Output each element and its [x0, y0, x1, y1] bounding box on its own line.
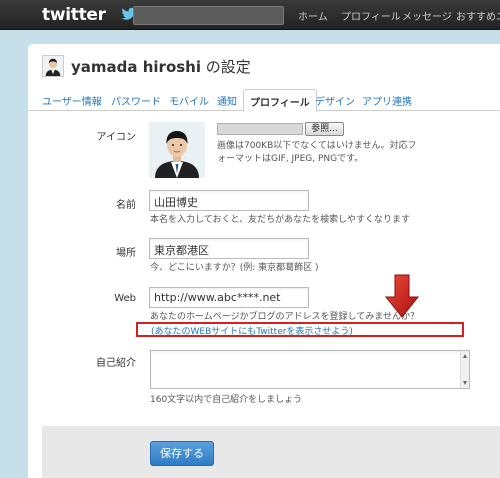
- search-input[interactable]: [133, 6, 284, 25]
- bio-scrollbar[interactable]: [460, 351, 469, 388]
- location-field[interactable]: 東京都港区: [149, 238, 309, 259]
- browse-button[interactable]: 参照...: [305, 122, 344, 136]
- avatar: [42, 55, 64, 77]
- web-field[interactable]: http://www.abc****.net: [149, 287, 309, 308]
- tab-mobile[interactable]: モバイル: [169, 93, 209, 108]
- settings-panel: yamada hiroshi の設定 ユーザー情報 パスワード モバイル 通知 …: [28, 44, 500, 478]
- form-footer: [42, 426, 500, 478]
- down-arrow-icon: [384, 274, 420, 318]
- nav-profile[interactable]: プロフィール: [341, 8, 401, 23]
- icon-hint-line2: ォーマットはGIF, JPEG, PNGです。: [217, 154, 364, 164]
- icon-label: アイコン: [96, 132, 137, 143]
- nav-messages[interactable]: メッセージ: [402, 8, 452, 23]
- bio-hint: 160文字以内で自己紹介をしましょう: [150, 395, 303, 405]
- location-hint: 今、どこにいますか？(例: 東京都葛飾区 ): [150, 263, 319, 273]
- nav-home[interactable]: ホーム: [298, 8, 328, 23]
- web-promo-link[interactable]: (あなたのWEBサイトにもTwitterを表示させよう): [151, 324, 353, 337]
- twitter-logo[interactable]: twitter: [42, 5, 106, 25]
- save-button[interactable]: 保存する: [150, 441, 214, 466]
- tab-notifications[interactable]: 通知: [217, 93, 237, 108]
- username: yamada hiroshi: [71, 58, 202, 76]
- title-suffix: の設定: [205, 58, 251, 76]
- page-title: yamada hiroshi の設定: [71, 56, 251, 77]
- nav-recommended[interactable]: おすすめユ: [456, 8, 500, 23]
- tab-design[interactable]: デザイン: [315, 93, 355, 108]
- bio-label: 自己紹介: [96, 358, 136, 369]
- scroll-down-icon[interactable]: [463, 381, 467, 385]
- top-navigation-bar: twitter ホーム プロフィール メッセージ おすすめユ: [0, 0, 500, 30]
- name-label: 名前: [116, 200, 136, 211]
- name-field[interactable]: 山田博史: [149, 190, 309, 211]
- tab-app-connections[interactable]: アプリ連携: [362, 93, 412, 108]
- tab-user-info[interactable]: ユーザー情報: [42, 93, 102, 108]
- icon-hint-line1: 画像は700KB以下でなくてはいけません。対応フ: [217, 141, 417, 151]
- settings-tabs: ユーザー情報 パスワード モバイル 通知 プロフィール デザイン アプリ連携: [28, 89, 500, 112]
- tab-profile[interactable]: プロフィール: [243, 89, 317, 112]
- scroll-up-icon[interactable]: [463, 354, 467, 358]
- web-label: Web: [114, 293, 136, 304]
- bio-textarea[interactable]: [150, 350, 470, 389]
- name-hint: 本名を入力しておくと、友だちがあなたを検索しやすくなります: [150, 215, 411, 225]
- profile-image[interactable]: [149, 122, 205, 178]
- location-label: 場所: [116, 248, 136, 259]
- file-path-field[interactable]: [217, 123, 303, 135]
- tab-password[interactable]: パスワード: [111, 93, 161, 108]
